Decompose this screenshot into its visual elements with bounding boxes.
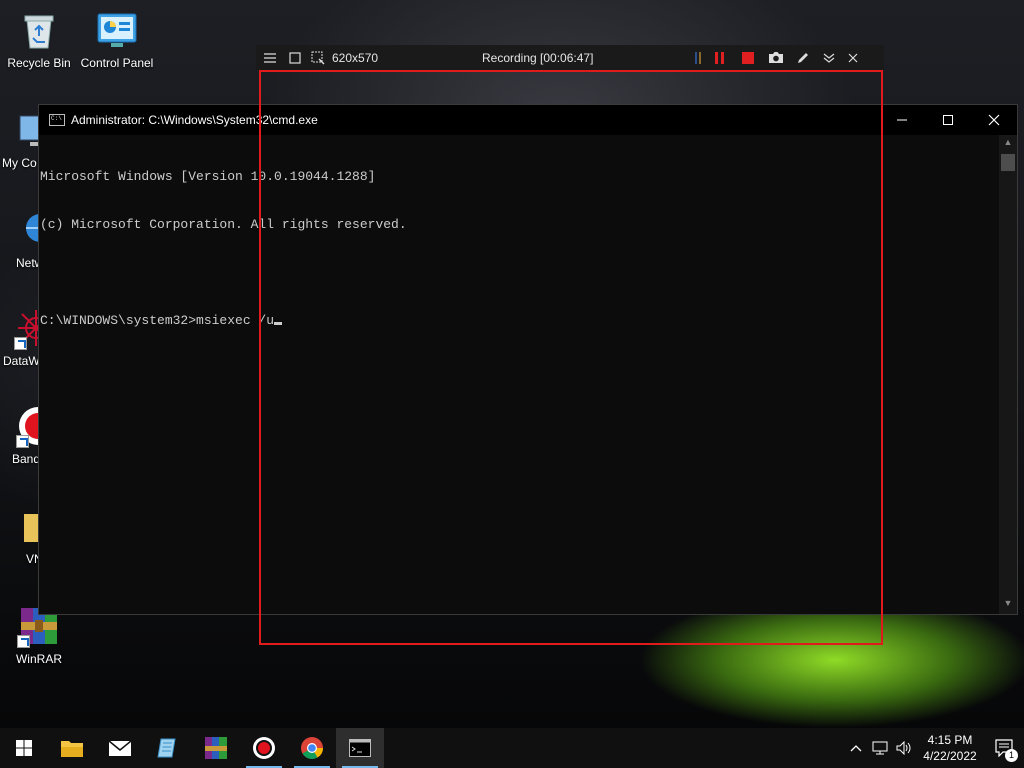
desktop-icon-recycle-bin[interactable]: Recycle Bin bbox=[0, 8, 78, 70]
recorder-close-button[interactable] bbox=[842, 45, 864, 70]
fullscreen-mode-button[interactable] bbox=[284, 45, 306, 70]
start-icon bbox=[16, 740, 32, 756]
cmd-window-title: Administrator: C:\Windows\System32\cmd.e… bbox=[71, 113, 318, 127]
recording-status: Recording [00:06:47] bbox=[482, 50, 594, 65]
maximize-button[interactable] bbox=[925, 105, 971, 135]
console-line: C:\WINDOWS\system32>msiexec /u bbox=[40, 313, 275, 328]
desktop-icon-label: My Co bbox=[2, 156, 37, 170]
scroll-down-icon[interactable]: ▼ bbox=[999, 598, 1017, 612]
scroll-up-icon[interactable]: ▲ bbox=[999, 137, 1017, 151]
vertical-scrollbar[interactable]: ▲ ▼ bbox=[999, 135, 1017, 614]
stop-icon bbox=[742, 51, 754, 64]
maximize-icon bbox=[943, 115, 953, 125]
desktop-icon-datawrapper[interactable]: DataW bbox=[0, 306, 40, 368]
hamburger-icon bbox=[264, 52, 276, 63]
scroll-thumb[interactable] bbox=[1001, 154, 1015, 171]
recorder-menu-button[interactable] bbox=[256, 45, 284, 70]
desktop-icon-label: Recycle Bin bbox=[7, 56, 71, 70]
pencil-icon bbox=[798, 52, 808, 63]
mail-icon bbox=[108, 740, 132, 756]
console-prompt-line[interactable]: C:\WINDOWS\system32>msiexec /u bbox=[40, 313, 998, 329]
desktop-icon-my-computer[interactable]: My Co bbox=[0, 108, 40, 170]
clock-date: 4/22/2022 bbox=[923, 749, 977, 763]
close-icon bbox=[848, 53, 858, 62]
rectangle-icon bbox=[289, 51, 301, 64]
level-meter-icon bbox=[692, 45, 706, 70]
bandicam-icon bbox=[16, 404, 40, 448]
camera-icon bbox=[769, 52, 783, 63]
recycle-bin-icon bbox=[17, 8, 61, 52]
desktop-icon-bandicam[interactable]: Band bbox=[0, 404, 40, 466]
cmd-window[interactable]: C:\ Administrator: C:\Windows\System32\c… bbox=[38, 104, 1018, 615]
action-center-button[interactable]: 1 bbox=[984, 728, 1024, 768]
show-hidden-icons-button[interactable] bbox=[844, 728, 868, 768]
pause-button[interactable] bbox=[706, 45, 734, 70]
screenshot-button[interactable] bbox=[762, 45, 790, 70]
minimize-button[interactable] bbox=[879, 105, 925, 135]
capture-size-label[interactable]: 620x570 bbox=[332, 51, 482, 65]
notepad-icon bbox=[157, 738, 176, 758]
chevron-up-icon bbox=[850, 745, 862, 752]
console-line: (c) Microsoft Corporation. All rights re… bbox=[40, 217, 407, 232]
taskbar-cmd[interactable] bbox=[336, 728, 384, 768]
taskbar-file-explorer[interactable] bbox=[48, 728, 96, 768]
desktop-icon-label: VN bbox=[26, 552, 40, 566]
pause-icon bbox=[715, 51, 724, 64]
notification-count-badge: 1 bbox=[1005, 749, 1018, 762]
desktop-icon-label: Band bbox=[12, 452, 40, 466]
network-icon bbox=[18, 208, 40, 252]
collapse-button[interactable] bbox=[816, 45, 842, 70]
taskbar-winrar[interactable] bbox=[192, 728, 240, 768]
desktop-icon-label: Control Panel bbox=[80, 56, 154, 70]
cmd-icon: C:\ bbox=[49, 114, 65, 126]
cmd-icon bbox=[349, 739, 371, 757]
chrome-icon bbox=[301, 737, 323, 759]
system-tray: 4:15 PM 4/22/2022 1 bbox=[844, 728, 1024, 768]
speaker-icon bbox=[896, 741, 911, 755]
file-explorer-icon bbox=[61, 741, 83, 757]
desktop-icon-folder[interactable]: VN bbox=[0, 504, 40, 566]
console-line: Microsoft Windows [Version 10.0.19044.12… bbox=[40, 169, 376, 184]
cmd-console-output[interactable]: Microsoft Windows [Version 10.0.19044.12… bbox=[39, 135, 999, 614]
text-cursor bbox=[274, 322, 283, 325]
desktop-icon-label: Netw bbox=[16, 256, 40, 270]
volume-tray-button[interactable] bbox=[892, 728, 916, 768]
my-computer-icon bbox=[16, 108, 40, 152]
area-select-icon bbox=[311, 51, 325, 64]
winrar-icon bbox=[205, 737, 227, 759]
desktop-icon-network[interactable]: Netw bbox=[0, 208, 40, 270]
minimize-icon bbox=[897, 119, 907, 121]
taskbar-mail[interactable] bbox=[96, 728, 144, 768]
start-button[interactable] bbox=[0, 728, 48, 768]
datawrapper-icon bbox=[14, 306, 40, 350]
bandicam-icon bbox=[253, 737, 275, 759]
network-tray-button[interactable] bbox=[868, 728, 892, 768]
taskbar-chrome[interactable] bbox=[288, 728, 336, 768]
stop-button[interactable] bbox=[734, 45, 762, 70]
cmd-title-bar[interactable]: C:\ Administrator: C:\Windows\System32\c… bbox=[39, 105, 1017, 135]
desktop-icon-label: DataW bbox=[3, 354, 40, 368]
taskbar-notepad[interactable] bbox=[144, 728, 192, 768]
chevron-down-icon bbox=[823, 53, 835, 63]
taskbar-bandicam[interactable] bbox=[240, 728, 288, 768]
desktop-icon-label: WinRAR bbox=[15, 652, 62, 666]
recorder-toolbar[interactable]: 620x570 Recording [00:06:47] bbox=[256, 45, 884, 70]
control-panel-icon bbox=[95, 8, 139, 52]
close-button[interactable] bbox=[971, 105, 1017, 135]
clock-time: 4:15 PM bbox=[927, 733, 973, 747]
close-icon bbox=[988, 114, 1000, 126]
taskbar: 4:15 PM 4/22/2022 1 bbox=[0, 728, 1024, 768]
taskbar-clock[interactable]: 4:15 PM 4/22/2022 bbox=[916, 732, 984, 764]
draw-button[interactable] bbox=[790, 45, 816, 70]
select-area-button[interactable] bbox=[306, 45, 330, 70]
desktop-icon-control-panel[interactable]: Control Panel bbox=[78, 8, 156, 70]
network-icon bbox=[872, 741, 888, 755]
